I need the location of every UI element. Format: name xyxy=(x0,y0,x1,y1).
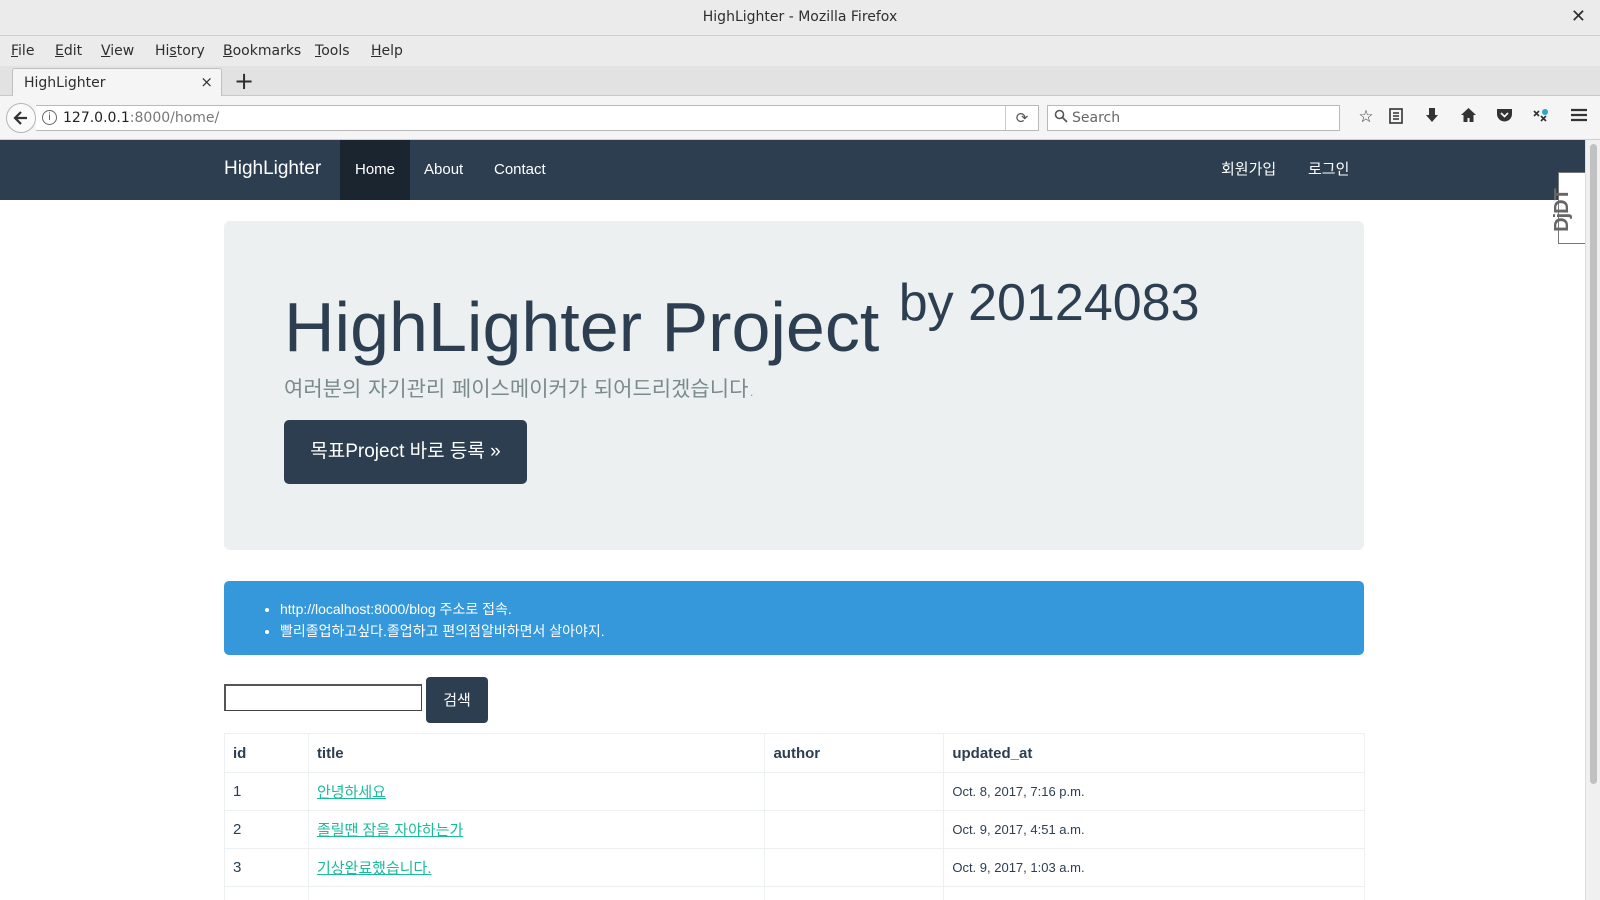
site-navbar: HighLighter Home About Contact 회원가입 로그인 xyxy=(0,140,1585,200)
menu-view[interactable]: View xyxy=(101,43,134,59)
cell-id: 3 xyxy=(224,848,309,887)
post-title-link[interactable]: 안녕하세요 xyxy=(317,784,386,801)
debug-toolbar-handle[interactable]: DjDT xyxy=(1551,172,1585,244)
menu-tools[interactable]: Tools xyxy=(315,43,350,59)
window-title: HighLighter - Mozilla Firefox xyxy=(702,9,898,25)
scrollbar-thumb[interactable] xyxy=(1590,144,1597,784)
post-title-link[interactable]: 졸릴땐 잠을 자야하는가 xyxy=(317,822,463,839)
menu-history[interactable]: History xyxy=(155,43,205,59)
close-tab-icon[interactable]: × xyxy=(200,73,213,91)
title-author: by 20124083 xyxy=(898,274,1200,332)
download-icon[interactable] xyxy=(1420,107,1444,129)
notice-item: 빨리졸업하고싶다.졸업하고 편의점알바하면서 살아야지. xyxy=(280,620,605,642)
menu-bar: File Edit View History Bookmarks Tools H… xyxy=(0,36,1600,66)
header-title: title xyxy=(307,733,766,773)
navigation-toolbar: i 127.0.0.1:8000/home/ ⟳ ☆ xyxy=(0,96,1600,140)
extension-icon[interactable] xyxy=(1528,107,1552,129)
register-project-button[interactable]: 목표Project 바로 등록 » xyxy=(284,420,527,484)
browser-search-input[interactable] xyxy=(1072,109,1332,127)
tab-strip: HighLighter × + xyxy=(0,66,1600,97)
debug-toolbar-label: DjDT xyxy=(1550,189,1573,232)
table-row: 2 졸릴땐 잠을 자야하는가 Oct. 9, 2017, 4:51 a.m. xyxy=(224,810,1365,849)
nav-login[interactable]: 로그인 xyxy=(1293,140,1364,200)
address-bar[interactable]: i 127.0.0.1:8000/home/ ⟳ xyxy=(36,105,1039,131)
cell-title: 기상완료했습니다. xyxy=(307,848,766,887)
lead-text: 여러분의 자기관리 페이스메이커가 되어드리겠습니다. xyxy=(284,377,756,401)
close-icon[interactable]: ✕ xyxy=(1571,6,1586,27)
post-search-button[interactable]: 검색 xyxy=(426,677,488,723)
cell-updated-at: Oct. 9, 2017, 1:03 a.m. xyxy=(943,848,1365,887)
tab-label: HighLighter xyxy=(24,75,106,91)
nav-home[interactable]: Home xyxy=(340,140,411,200)
cell-id: 2 xyxy=(224,810,309,849)
pocket-icon[interactable] xyxy=(1492,107,1516,128)
cell-author xyxy=(764,848,945,887)
cell-author xyxy=(764,772,945,811)
site-brand[interactable]: HighLighter xyxy=(224,158,321,180)
search-icon xyxy=(1054,109,1068,127)
back-arrow-icon[interactable] xyxy=(6,103,36,133)
home-icon[interactable] xyxy=(1456,107,1480,128)
star-icon[interactable]: ☆ xyxy=(1354,107,1378,127)
tab-highlighter[interactable]: HighLighter × xyxy=(12,68,222,97)
hamburger-menu-icon[interactable] xyxy=(1567,107,1591,128)
post-title-link[interactable]: 기상완료했습니다. xyxy=(317,860,432,877)
page-title: HighLighter Project by 20124083 xyxy=(284,274,1200,366)
posts-table: id title author updated_at 1 안녕하세요 Oct. … xyxy=(224,733,1365,900)
clipboard-icon[interactable] xyxy=(1384,107,1408,129)
table-header-row: id title author updated_at xyxy=(224,733,1365,773)
browser-search-box[interactable] xyxy=(1047,105,1340,131)
url-text[interactable]: 127.0.0.1:8000/home/ xyxy=(63,110,219,126)
nav-contact[interactable]: Contact xyxy=(479,140,561,200)
menu-bookmarks[interactable]: Bookmarks xyxy=(223,43,301,59)
notice-box: http://localhost:8000/blog 주소로 접속. 빨리졸업하… xyxy=(224,581,1364,655)
menu-edit[interactable]: Edit xyxy=(55,43,82,59)
jumbotron: HighLighter Project by 20124083 여러분의 자기관… xyxy=(224,221,1364,550)
notice-item: http://localhost:8000/blog 주소로 접속. xyxy=(280,598,605,620)
table-row xyxy=(224,886,1365,900)
table-row: 3 기상완료했습니다. Oct. 9, 2017, 1:03 a.m. xyxy=(224,848,1365,887)
table-row: 1 안녕하세요 Oct. 8, 2017, 7:16 p.m. xyxy=(224,772,1365,811)
header-updated-at: updated_at xyxy=(943,733,1365,773)
info-icon[interactable]: i xyxy=(42,110,57,125)
window-titlebar: HighLighter - Mozilla Firefox ✕ xyxy=(0,0,1600,36)
cell-title: 안녕하세요 xyxy=(307,772,766,811)
header-author: author xyxy=(764,733,945,773)
menu-help[interactable]: Help xyxy=(371,43,403,59)
page-viewport: HighLighter Home About Contact 회원가입 로그인 … xyxy=(0,140,1585,900)
nav-about[interactable]: About xyxy=(409,140,478,200)
header-id: id xyxy=(224,733,309,773)
cell-author xyxy=(764,810,945,849)
menu-file[interactable]: File xyxy=(11,43,34,59)
new-tab-icon[interactable]: + xyxy=(234,67,254,95)
cell-updated-at: Oct. 8, 2017, 7:16 p.m. xyxy=(943,772,1365,811)
page-scrollbar[interactable] xyxy=(1585,140,1600,900)
cell-title: 졸릴땐 잠을 자야하는가 xyxy=(307,810,766,849)
nav-signup[interactable]: 회원가입 xyxy=(1206,140,1291,200)
notice-list: http://localhost:8000/blog 주소로 접속. 빨리졸업하… xyxy=(280,598,605,642)
cell-updated-at: Oct. 9, 2017, 4:51 a.m. xyxy=(943,810,1365,849)
reload-icon[interactable]: ⟳ xyxy=(1005,106,1038,130)
cell-id: 1 xyxy=(224,772,309,811)
post-search-input[interactable] xyxy=(224,684,422,711)
